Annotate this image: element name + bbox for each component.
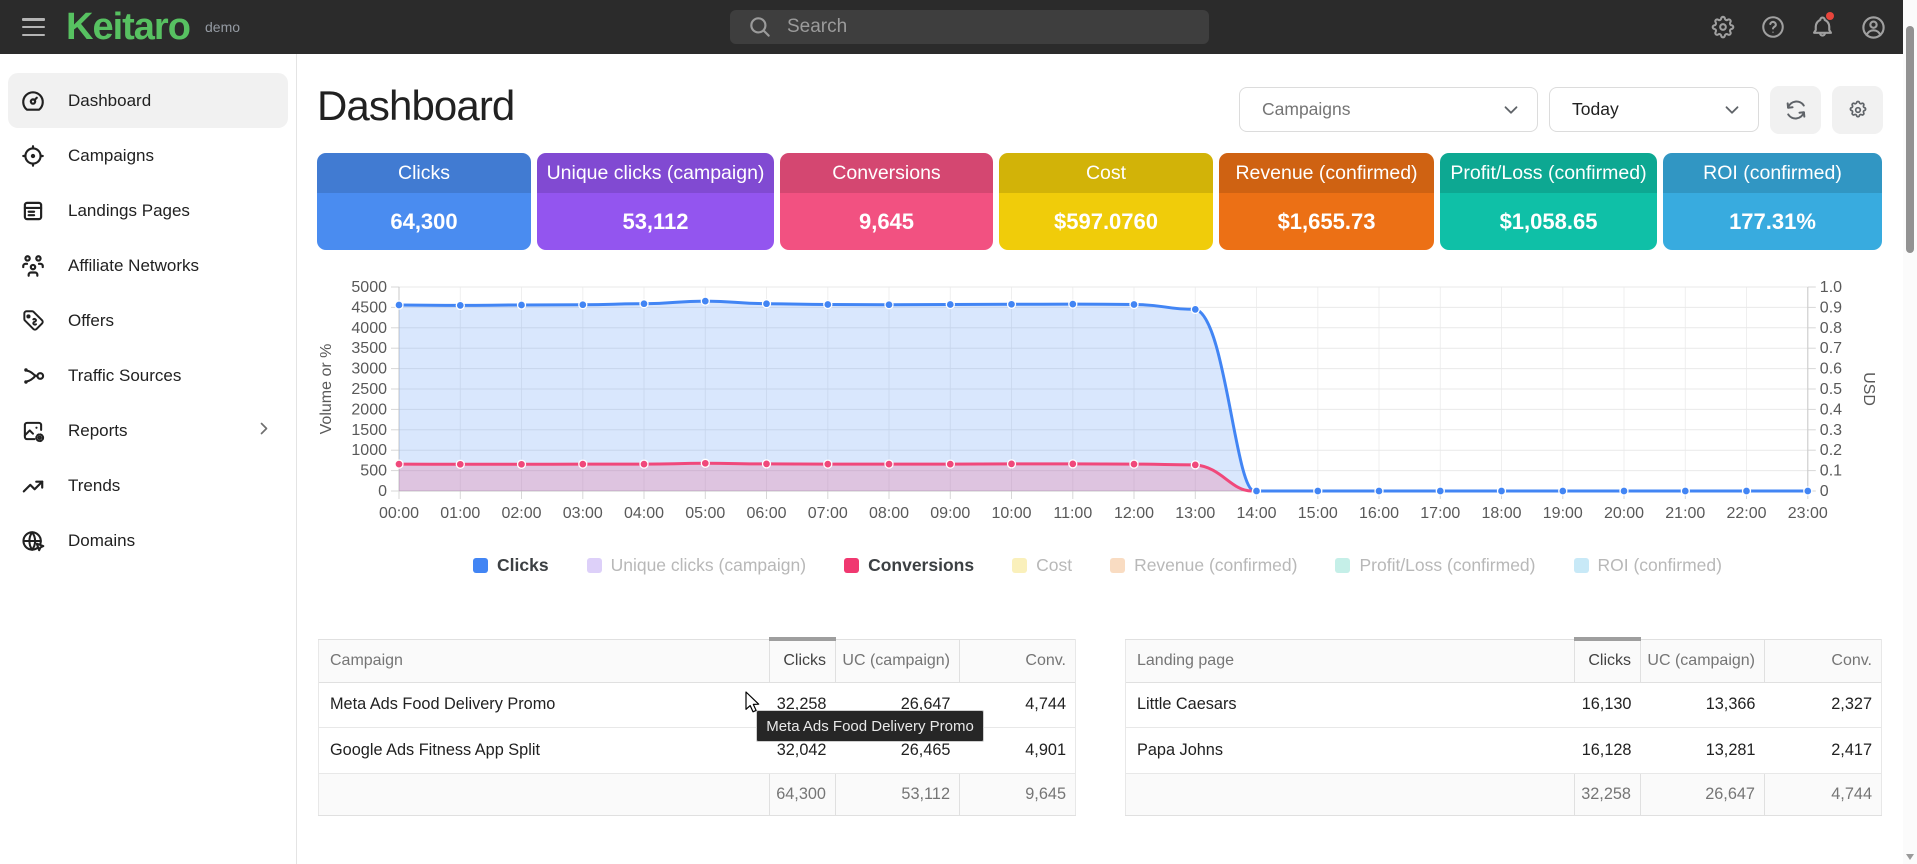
svg-text:1.0: 1.0 [1820, 279, 1842, 296]
svg-text:4000: 4000 [351, 320, 387, 337]
svg-text:500: 500 [360, 463, 387, 480]
svg-text:23:00: 23:00 [1788, 505, 1828, 522]
svg-text:Volume or %: Volume or % [318, 344, 335, 435]
svg-text:0.8: 0.8 [1820, 320, 1842, 337]
svg-text:01:00: 01:00 [440, 505, 480, 522]
svg-text:2500: 2500 [351, 381, 387, 398]
svg-text:0: 0 [1820, 483, 1829, 500]
svg-text:0.1: 0.1 [1820, 463, 1842, 480]
svg-text:03:00: 03:00 [563, 505, 603, 522]
svg-text:08:00: 08:00 [869, 505, 909, 522]
svg-text:4500: 4500 [351, 299, 387, 316]
svg-text:06:00: 06:00 [746, 505, 786, 522]
svg-text:21:00: 21:00 [1665, 505, 1705, 522]
svg-text:04:00: 04:00 [624, 505, 664, 522]
svg-text:5000: 5000 [351, 279, 387, 296]
svg-text:02:00: 02:00 [501, 505, 541, 522]
svg-text:05:00: 05:00 [685, 505, 725, 522]
svg-text:0.7: 0.7 [1820, 340, 1842, 357]
svg-text:11:00: 11:00 [1053, 505, 1092, 522]
svg-text:3500: 3500 [351, 340, 387, 357]
svg-text:19:00: 19:00 [1543, 505, 1583, 522]
svg-text:0.5: 0.5 [1820, 381, 1842, 398]
svg-text:1000: 1000 [351, 442, 387, 459]
svg-text:16:00: 16:00 [1359, 505, 1399, 522]
svg-text:12:00: 12:00 [1114, 505, 1154, 522]
svg-text:0.4: 0.4 [1820, 401, 1842, 418]
svg-text:18:00: 18:00 [1481, 505, 1521, 522]
svg-text:17:00: 17:00 [1420, 505, 1460, 522]
svg-text:0.6: 0.6 [1820, 361, 1842, 378]
svg-text:0.3: 0.3 [1820, 422, 1842, 439]
svg-text:09:00: 09:00 [930, 505, 970, 522]
svg-text:0: 0 [378, 483, 387, 500]
svg-text:22:00: 22:00 [1726, 505, 1766, 522]
svg-text:0.9: 0.9 [1820, 299, 1842, 316]
svg-text:20:00: 20:00 [1604, 505, 1644, 522]
svg-text:1500: 1500 [351, 422, 387, 439]
svg-text:0.2: 0.2 [1820, 442, 1842, 459]
svg-text:00:00: 00:00 [379, 505, 419, 522]
svg-text:15:00: 15:00 [1298, 505, 1338, 522]
svg-text:2000: 2000 [351, 401, 387, 418]
svg-text:14:00: 14:00 [1236, 505, 1276, 522]
svg-text:USD: USD [1860, 372, 1877, 406]
svg-text:07:00: 07:00 [808, 505, 848, 522]
svg-text:13:00: 13:00 [1175, 505, 1215, 522]
svg-text:3000: 3000 [351, 361, 387, 378]
svg-text:10:00: 10:00 [991, 505, 1031, 522]
